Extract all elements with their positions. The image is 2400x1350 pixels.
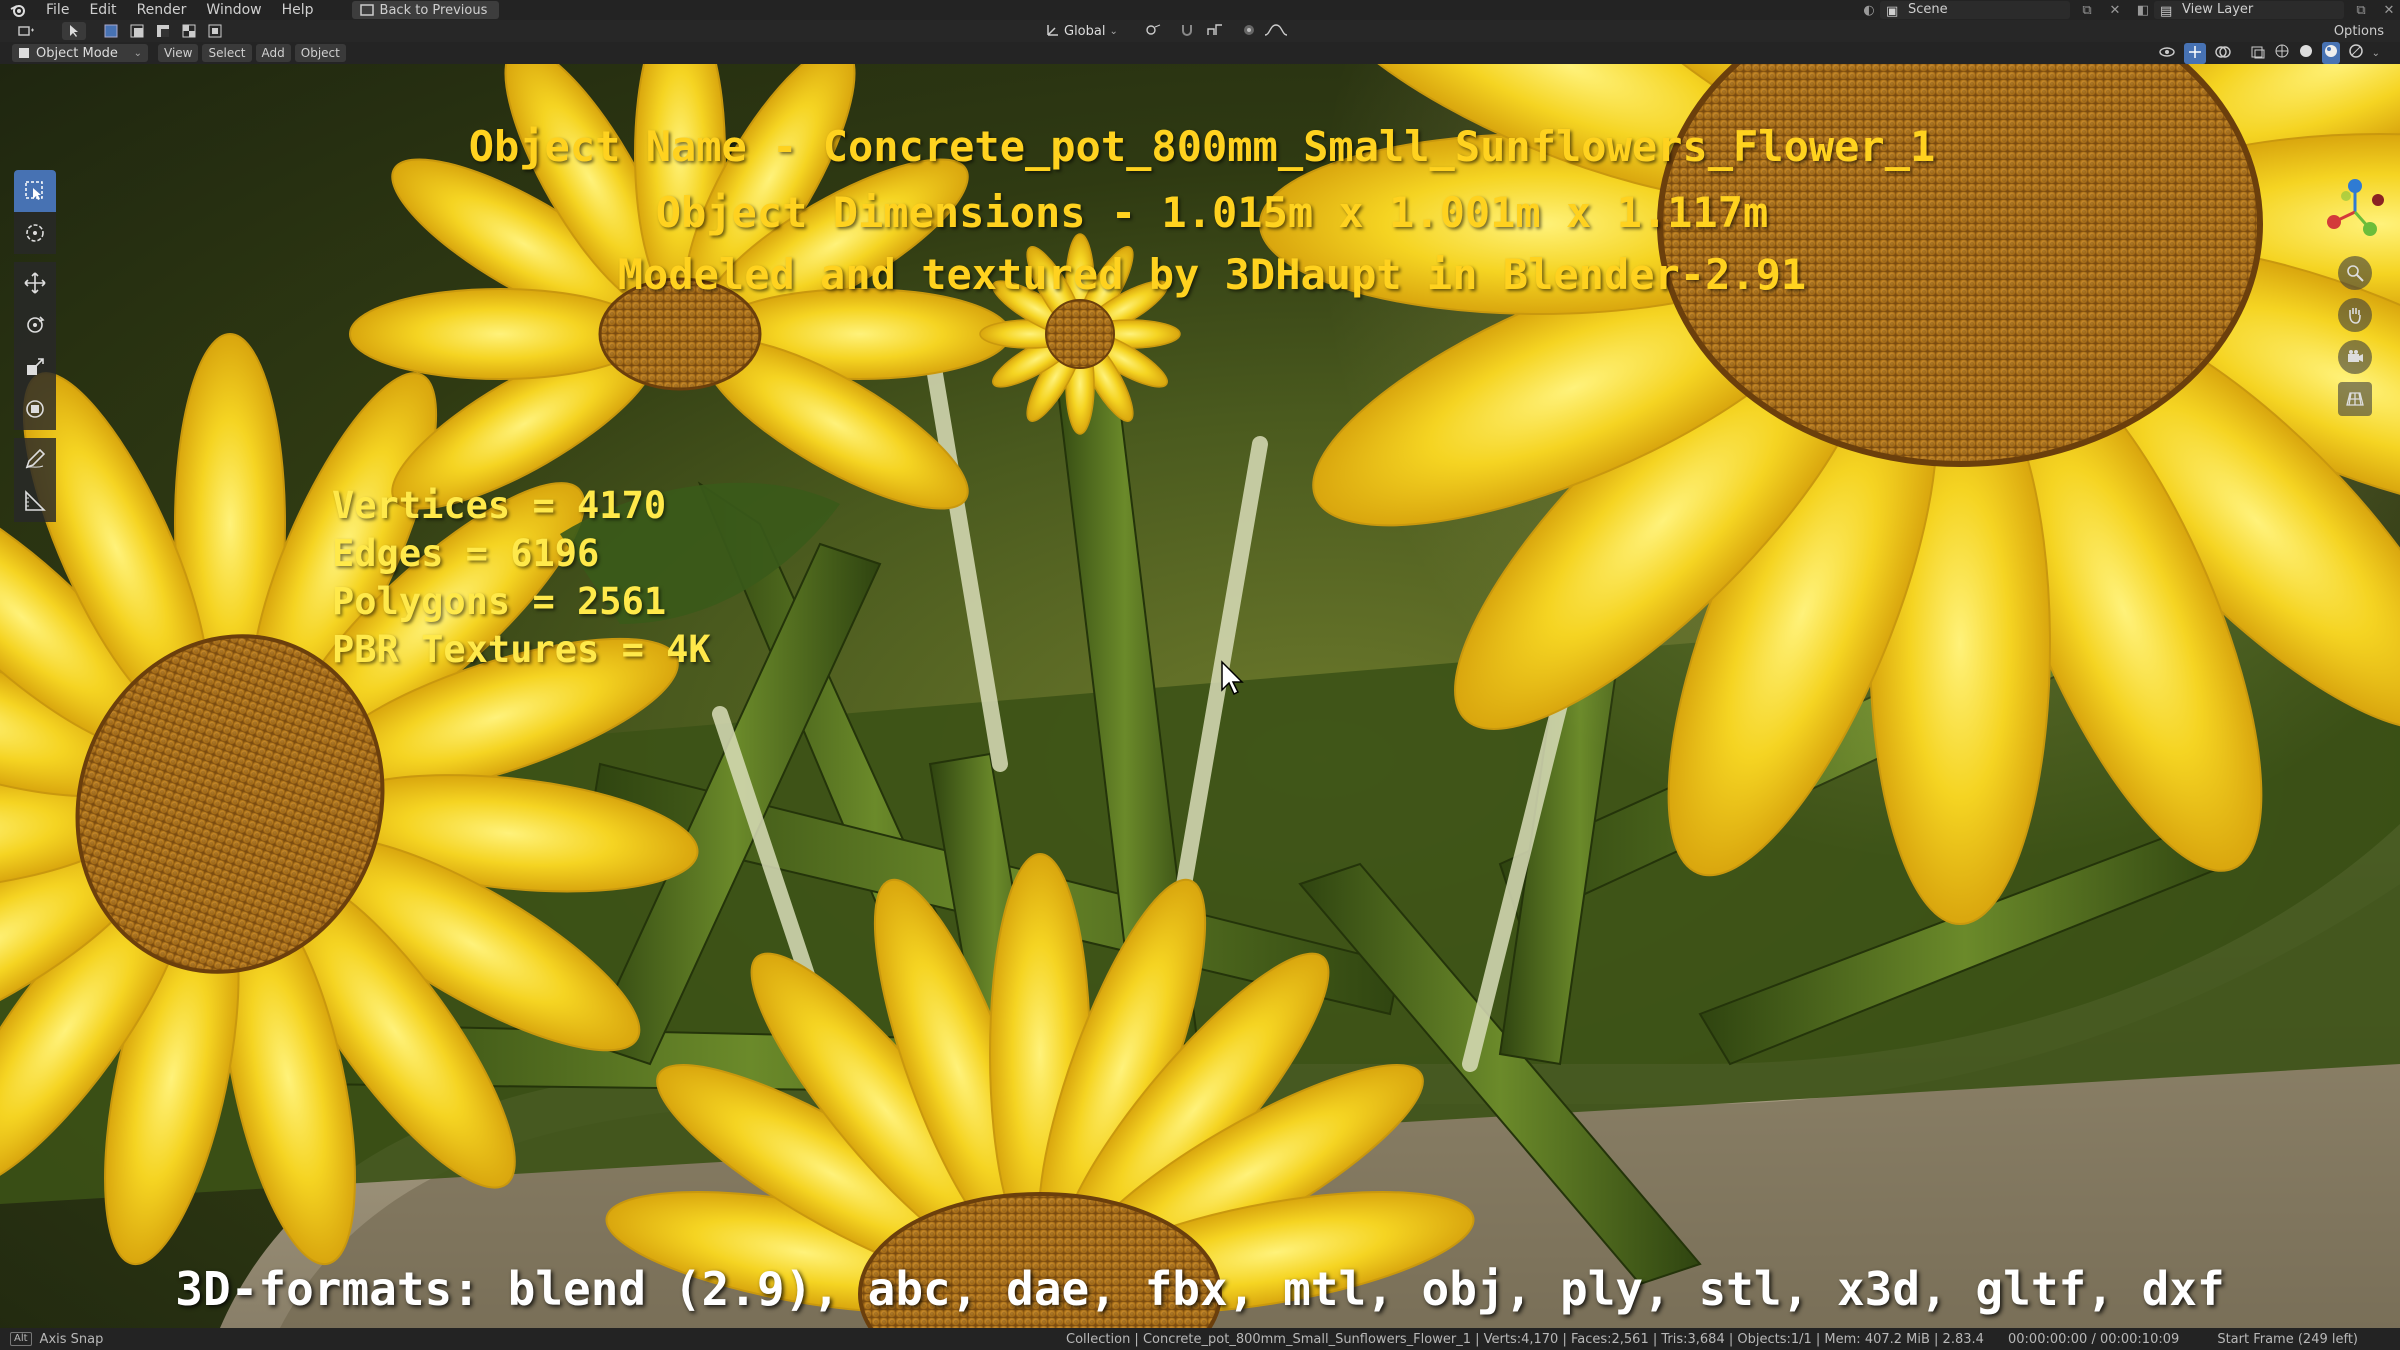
back-to-previous-label: Back to Previous <box>379 2 488 18</box>
chevron-down-icon: ⌄ <box>1109 25 1118 37</box>
snap-icon[interactable] <box>1180 22 1198 41</box>
object-menu[interactable]: Object <box>294 44 346 62</box>
scene-browse-icon[interactable]: ◐ <box>1858 1 1880 19</box>
visibility-icon[interactable] <box>2158 44 2176 63</box>
menu-window[interactable]: Window <box>196 0 271 20</box>
rotate-tool[interactable] <box>14 304 56 346</box>
select-tool-icon[interactable] <box>62 22 86 40</box>
overlays-toggle-icon[interactable] <box>2214 44 2232 63</box>
menu-edit[interactable]: Edit <box>79 0 126 20</box>
wireframe-shading-icon[interactable] <box>2274 43 2290 63</box>
polygons-stat: Polygons = 2561 <box>332 580 667 623</box>
add-menu[interactable]: Add <box>255 44 291 62</box>
vertices-stat: Vertices = 4170 <box>332 484 667 527</box>
orientation-icon <box>1046 22 1060 41</box>
object-name-title: Object Name - Concrete_pot_800mm_Small_S… <box>468 122 1936 171</box>
scene-field[interactable]: ▣ Scene <box>1880 1 2070 19</box>
transform-tool[interactable] <box>14 388 56 430</box>
select-mode-subtract-icon[interactable] <box>150 22 176 40</box>
chevron-down-icon: ⌄ <box>133 47 142 59</box>
options-menu[interactable]: Options <box>2334 24 2384 39</box>
object-dimensions-title: Object Dimensions - 1.015m x 1.001m x 1.… <box>655 188 1769 237</box>
menu-help[interactable]: Help <box>272 0 324 20</box>
3d-viewport[interactable]: Object Name - Concrete_pot_800mm_Small_S… <box>0 64 2400 1328</box>
scene-statistics: Collection | Concrete_pot_800mm_Small_Su… <box>1066 1331 1984 1347</box>
menu-file[interactable]: File <box>36 0 79 20</box>
alt-key-badge: Alt <box>10 1332 32 1346</box>
viewport-header: Global ⌄ Options Object Mode ⌄ View Sele… <box>0 20 2400 64</box>
scene-label: Scene <box>1908 2 1948 17</box>
rendered-shading-icon[interactable] <box>2348 43 2364 63</box>
textures-stat: PBR Textures = 4K <box>332 628 711 671</box>
mode-select[interactable]: Object Mode ⌄ <box>12 44 148 62</box>
editor-type-icon[interactable] <box>12 22 42 40</box>
select-menu[interactable]: Select <box>202 44 252 62</box>
material-preview-icon[interactable] <box>2321 42 2340 64</box>
mode-select-label: Object Mode <box>36 45 118 61</box>
pivot-point-icon[interactable] <box>1144 22 1162 41</box>
view-menu[interactable]: View <box>158 44 199 62</box>
perspective-toggle-icon[interactable] <box>2338 382 2372 416</box>
orientation-label: Global <box>1064 23 1106 39</box>
select-mode-new-icon[interactable] <box>98 22 124 40</box>
author-credit-title: Modeled and textured by 3DHaupt in Blend… <box>617 250 1807 299</box>
axis-snap-hint: Axis Snap <box>39 1331 104 1347</box>
snap-target-icon[interactable] <box>1206 22 1224 41</box>
view-layer-field[interactable]: ▤ View Layer <box>2154 1 2344 19</box>
scene-icon: ▣ <box>1886 4 1899 19</box>
measure-ruler-icon <box>25 490 46 511</box>
transform-orientation[interactable]: Global ⌄ <box>1046 22 1288 41</box>
pan-hand-icon[interactable] <box>2338 298 2372 332</box>
start-frame-info: Start Frame (249 left) <box>2217 1331 2358 1347</box>
falloff-icon[interactable] <box>1264 22 1288 41</box>
measure-tool[interactable] <box>14 480 56 522</box>
menu-render[interactable]: Render <box>127 0 197 20</box>
blender-logo-icon[interactable] <box>0 3 36 17</box>
solid-shading-icon[interactable] <box>2298 43 2314 63</box>
select-mode-invert-icon[interactable] <box>176 22 202 40</box>
view-layer-label: View Layer <box>2182 2 2254 17</box>
proportional-editing-icon[interactable] <box>1242 22 1256 41</box>
scale-tool[interactable] <box>14 346 56 388</box>
edges-stat: Edges = 6196 <box>332 532 600 575</box>
back-to-previous-button[interactable]: Back to Previous <box>351 1 500 19</box>
viewport-menu-row: Object Mode ⌄ View Select Add Object ⌄ <box>0 42 2400 64</box>
scale-icon <box>27 358 44 375</box>
rotate-icon <box>27 316 45 333</box>
view-layer-browse-icon[interactable]: ◧ <box>2132 1 2154 19</box>
object-mode-icon <box>19 48 29 58</box>
chevron-down-icon[interactable]: ⌄ <box>2372 48 2380 59</box>
remove-scene-icon[interactable]: ✕ <box>2104 1 2126 19</box>
view-layer-icon: ▤ <box>2160 4 2173 19</box>
screen-icon <box>359 4 374 16</box>
new-view-layer-icon[interactable]: ⧉ <box>2350 1 2372 19</box>
annotate-pencil-icon <box>25 448 46 469</box>
new-scene-icon[interactable]: ⧉ <box>2076 1 2098 19</box>
camera-view-icon[interactable] <box>2338 340 2372 374</box>
transform-icon <box>26 400 44 418</box>
formats-caption: 3D-formats: blend (2.9), abc, dae, fbx, … <box>175 1262 2225 1316</box>
timecode: 00:00:00:00 / 00:00:10:09 <box>2008 1331 2180 1347</box>
select-mode-extend-icon[interactable] <box>124 22 150 40</box>
mesh-stats: Vertices = 4170 Edges = 6196 Polygons = … <box>332 482 711 674</box>
annotate-tool[interactable] <box>14 438 56 480</box>
select-mode-intersect-icon[interactable] <box>202 22 228 40</box>
remove-view-layer-icon[interactable]: ✕ <box>2378 1 2400 19</box>
status-bar: Alt Axis Snap Collection | Concrete_pot_… <box>0 1328 2400 1350</box>
tool-settings-row: Global ⌄ Options <box>0 20 2400 42</box>
top-menu-bar: File Edit Render Window Help Back to Pre… <box>0 0 2400 20</box>
xray-toggle-icon[interactable] <box>2250 44 2266 63</box>
gizmo-toggle-icon[interactable] <box>2183 42 2206 64</box>
